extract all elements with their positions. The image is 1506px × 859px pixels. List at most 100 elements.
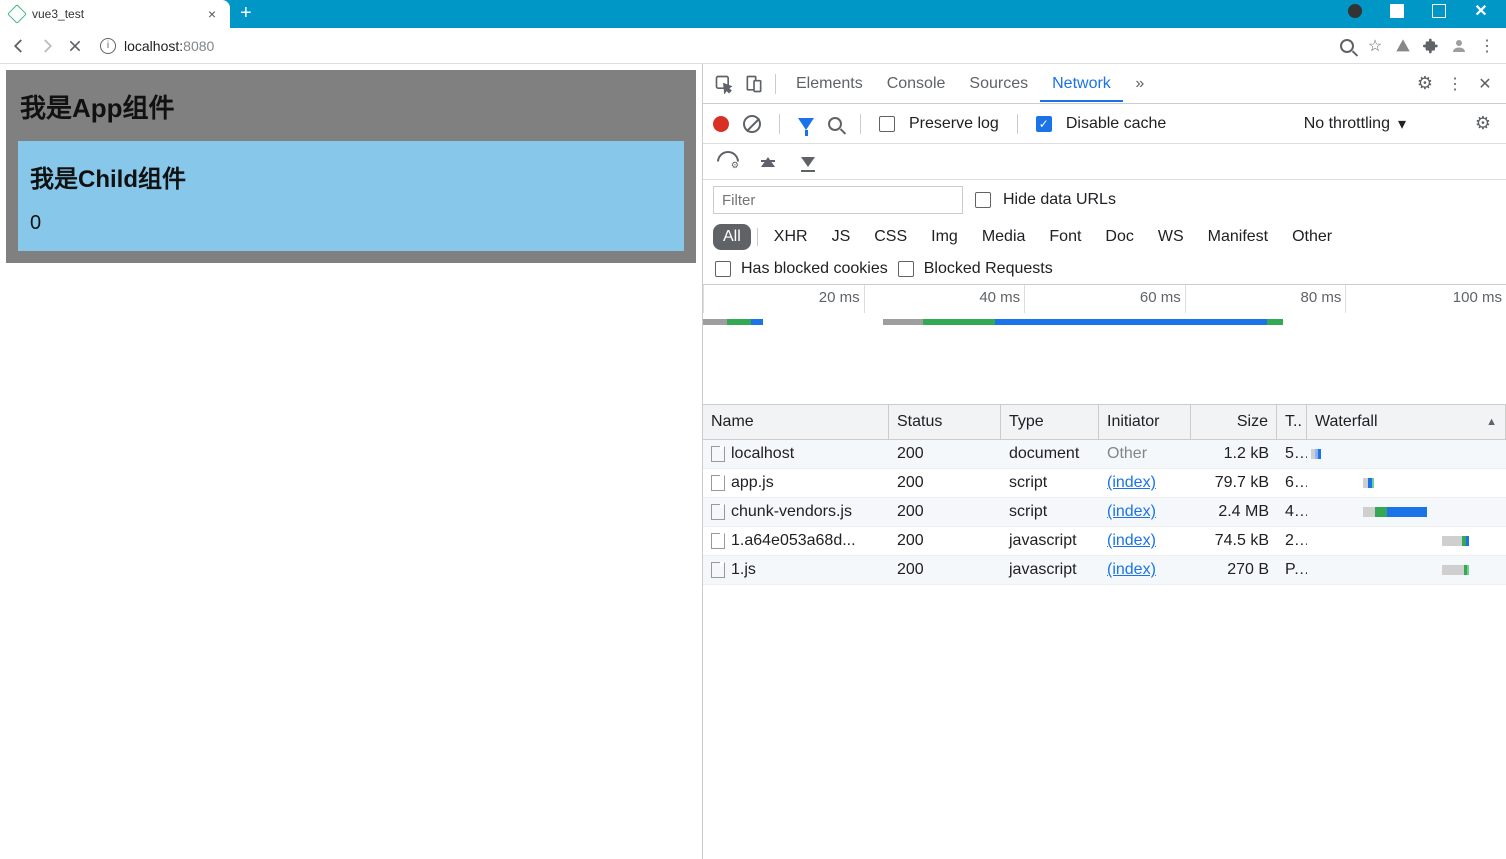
network-row[interactable]: 1.a64e053a68d...200javascript(index)74.5… <box>703 527 1506 556</box>
zoom-icon[interactable] <box>1336 35 1358 57</box>
browser-tab[interactable]: vue3_test × <box>0 0 230 28</box>
search-icon[interactable] <box>828 117 842 131</box>
disable-cache-checkbox[interactable]: ✓ <box>1036 116 1052 132</box>
timeline-overview[interactable]: 20 ms40 ms60 ms80 ms100 ms <box>703 285 1506 405</box>
devtools-menu-icon[interactable]: ⋮ <box>1442 71 1468 97</box>
col-time[interactable]: T.. <box>1277 405 1307 439</box>
network-row[interactable]: 1.js200javascript(index)270 BP... <box>703 556 1506 585</box>
filter-js[interactable]: JS <box>822 224 861 250</box>
network-toolbar2 <box>703 144 1506 180</box>
file-icon <box>711 533 725 549</box>
chevron-down-icon: ▾ <box>1398 114 1406 134</box>
initiator-link[interactable]: (index) <box>1107 561 1156 578</box>
file-icon <box>711 446 725 462</box>
address-bar: i localhost:8080 ☆ ⋮ <box>0 28 1506 64</box>
hide-data-urls-label: Hide data URLs <box>1003 191 1116 209</box>
tab-network[interactable]: Network <box>1040 67 1123 102</box>
url-box[interactable]: i localhost:8080 <box>92 31 1330 61</box>
extensions-icon[interactable] <box>1420 35 1442 57</box>
close-window-icon[interactable]: ✕ <box>1474 4 1488 18</box>
new-tab-button[interactable]: + <box>230 0 262 27</box>
bookmark-star-icon[interactable]: ☆ <box>1364 35 1386 57</box>
account-dot-icon[interactable] <box>1348 4 1362 18</box>
profile-icon[interactable] <box>1448 35 1470 57</box>
filter-doc[interactable]: Doc <box>1095 224 1143 250</box>
col-name[interactable]: Name <box>703 405 889 439</box>
network-toolbar: Preserve log ✓ Disable cache No throttli… <box>703 104 1506 144</box>
filter-xhr[interactable]: XHR <box>764 224 818 250</box>
file-icon <box>711 562 725 578</box>
window-controls: ✕ <box>1330 0 1506 22</box>
network-row[interactable]: chunk-vendors.js200script(index)2.4 MB4.… <box>703 498 1506 527</box>
maximize-icon[interactable] <box>1432 4 1446 18</box>
filter-funnel-icon[interactable] <box>798 118 814 130</box>
close-devtools-icon[interactable]: ✕ <box>1472 71 1498 97</box>
col-waterfall[interactable]: Waterfall▲ <box>1307 405 1506 439</box>
hide-data-urls-checkbox[interactable] <box>975 192 991 208</box>
forward-icon[interactable] <box>36 35 58 57</box>
tab-sources[interactable]: Sources <box>957 67 1040 100</box>
blocked-requests-label: Blocked Requests <box>924 260 1053 278</box>
filter-media[interactable]: Media <box>972 224 1036 250</box>
cookie-row: Has blocked cookies Blocked Requests <box>703 254 1506 285</box>
tab-console[interactable]: Console <box>875 67 958 100</box>
blocked-requests-checkbox[interactable] <box>898 261 914 277</box>
filter-all[interactable]: All <box>713 224 751 250</box>
network-row[interactable]: localhost200documentOther1.2 kB5... <box>703 440 1506 469</box>
filter-img[interactable]: Img <box>921 224 968 250</box>
preserve-log-checkbox[interactable] <box>879 116 895 132</box>
site-info-icon[interactable]: i <box>100 38 116 54</box>
back-icon[interactable] <box>8 35 30 57</box>
blocked-cookies-label: Has blocked cookies <box>741 260 888 278</box>
timeline-tick: 80 ms <box>1301 289 1342 306</box>
child-component: 我是Child组件 0 <box>18 141 684 251</box>
tab-elements[interactable]: Elements <box>784 67 875 100</box>
more-tabs-icon[interactable]: » <box>1127 71 1153 97</box>
inspect-icon[interactable] <box>711 71 737 97</box>
filter-input[interactable] <box>713 186 963 214</box>
filter-ws[interactable]: WS <box>1148 224 1194 250</box>
throttling-select[interactable]: No throttling▾ <box>1304 114 1406 134</box>
minimize-icon[interactable] <box>1390 4 1404 18</box>
vue-devtools-icon[interactable] <box>1392 35 1414 57</box>
clear-icon[interactable] <box>743 115 761 133</box>
filter-font[interactable]: Font <box>1039 224 1091 250</box>
network-table-header: Name Status Type Initiator Size T.. Wate… <box>703 405 1506 440</box>
record-icon[interactable] <box>713 116 729 132</box>
network-row[interactable]: app.js200script(index)79.7 kB6... <box>703 469 1506 498</box>
import-har-icon[interactable] <box>761 157 775 167</box>
menu-icon[interactable]: ⋮ <box>1476 35 1498 57</box>
device-icon[interactable] <box>741 71 767 97</box>
page-content: 我是App组件 我是Child组件 0 <box>0 64 702 859</box>
stop-icon[interactable] <box>64 35 86 57</box>
col-size[interactable]: Size <box>1191 405 1277 439</box>
vue-favicon-icon <box>7 4 27 24</box>
devtools-tabbar: ElementsConsoleSourcesNetwork » ⚙ ⋮ ✕ <box>703 64 1506 104</box>
app-component: 我是App组件 我是Child组件 0 <box>6 70 696 263</box>
close-tab-icon[interactable]: × <box>204 6 220 22</box>
export-har-icon[interactable] <box>801 157 815 167</box>
filter-css[interactable]: CSS <box>864 224 917 250</box>
initiator-link[interactable]: (index) <box>1107 474 1156 491</box>
network-settings-icon[interactable]: ⚙ <box>1470 111 1496 137</box>
preserve-log-label: Preserve log <box>909 115 999 133</box>
filter-row: Hide data URLs <box>703 180 1506 220</box>
sort-arrow-icon: ▲ <box>1486 416 1497 428</box>
child-value: 0 <box>30 212 672 235</box>
initiator-link[interactable]: (index) <box>1107 532 1156 549</box>
app-title: 我是App组件 <box>18 82 684 141</box>
blocked-cookies-checkbox[interactable] <box>715 261 731 277</box>
timeline-tick: 60 ms <box>1140 289 1181 306</box>
initiator-link[interactable]: (index) <box>1107 503 1156 520</box>
type-filters: All XHRJSCSSImgMediaFontDocWSManifestOthe… <box>703 220 1506 254</box>
col-status[interactable]: Status <box>889 405 1001 439</box>
col-initiator[interactable]: Initiator <box>1099 405 1191 439</box>
filter-manifest[interactable]: Manifest <box>1198 224 1278 250</box>
filter-other[interactable]: Other <box>1282 224 1342 250</box>
child-title: 我是Child组件 <box>30 157 672 212</box>
network-conditions-icon[interactable] <box>717 155 735 169</box>
disable-cache-label: Disable cache <box>1066 115 1167 133</box>
col-type[interactable]: Type <box>1001 405 1099 439</box>
file-icon <box>711 504 725 520</box>
settings-gear-icon[interactable]: ⚙ <box>1412 71 1438 97</box>
